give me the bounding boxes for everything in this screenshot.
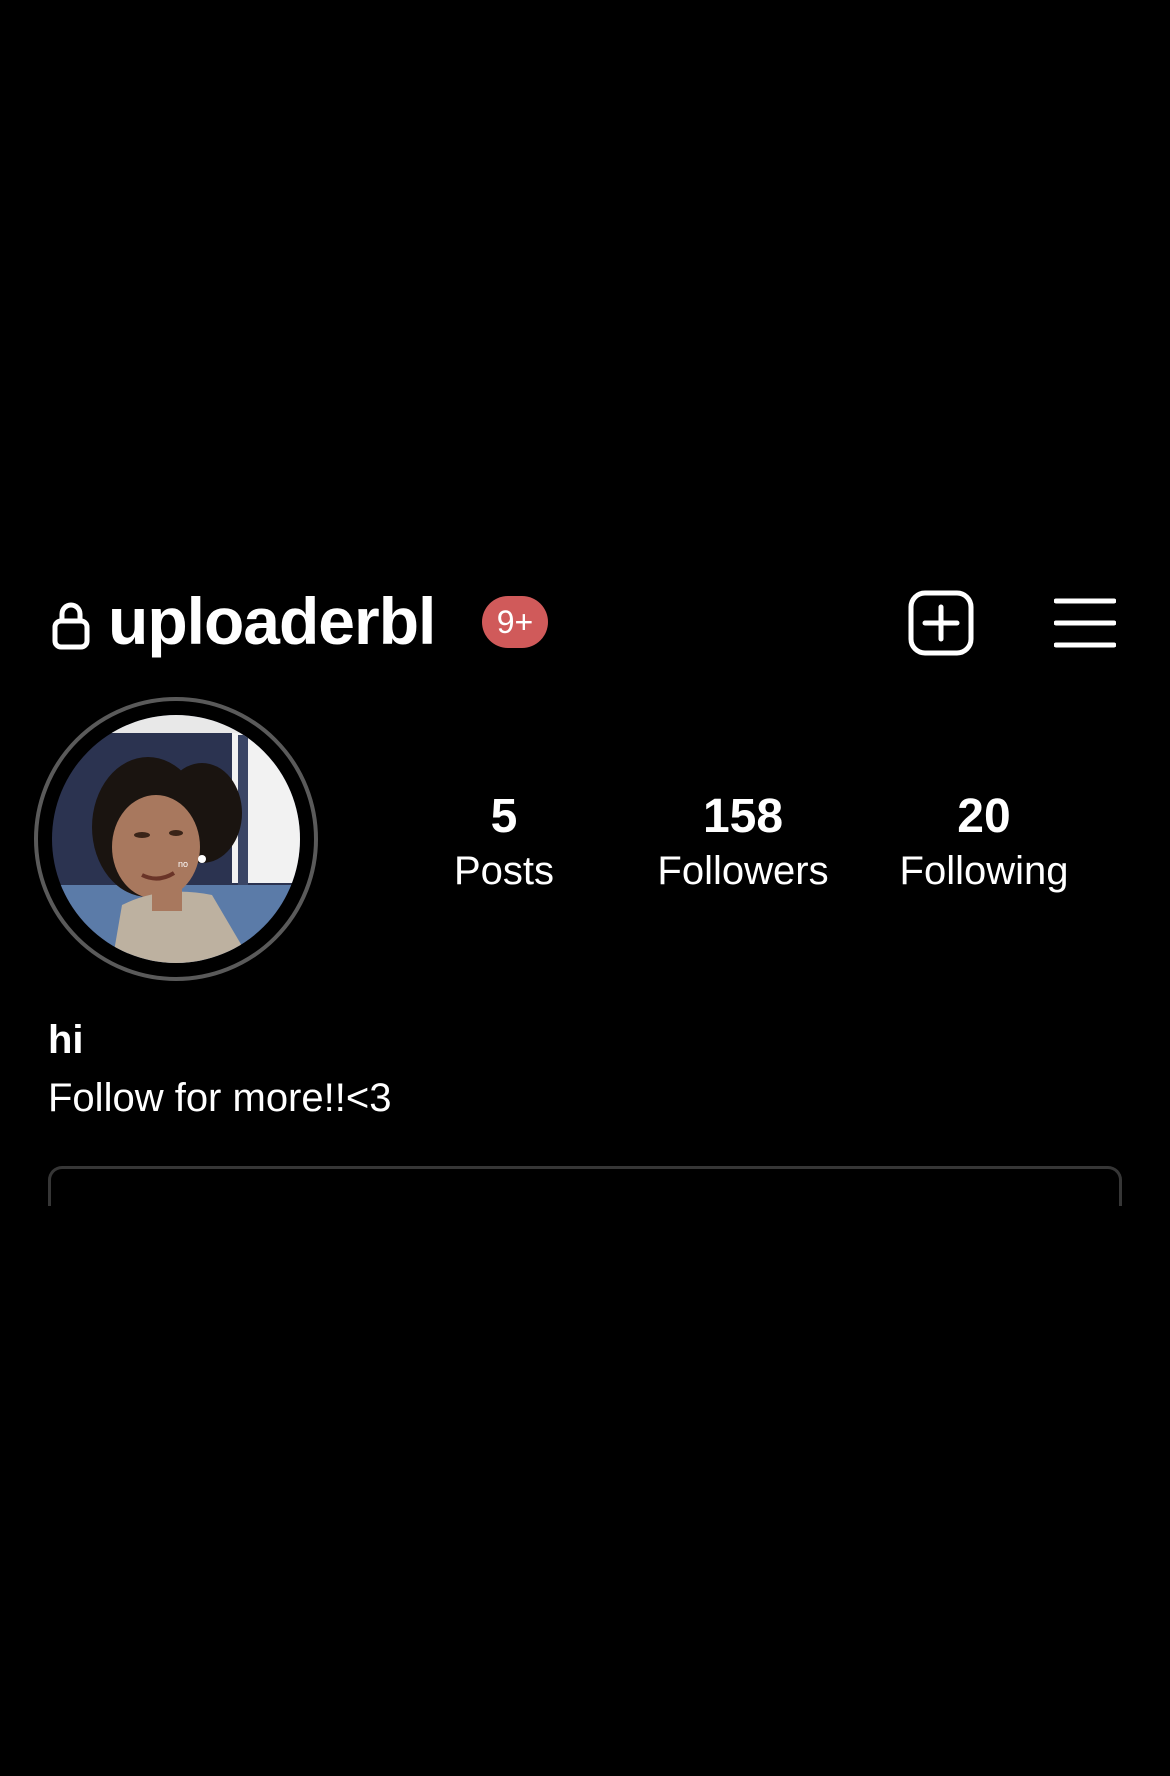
new-post-button[interactable] [908,590,974,656]
stat-followers[interactable]: 158 Followers [633,790,853,896]
lock-icon [52,602,90,650]
avatar-image: no [52,715,300,963]
stat-following-value: 20 [957,790,1011,843]
edit-profile-button-edge[interactable] [48,1166,1122,1206]
notification-badge[interactable]: 9+ [482,596,548,648]
avatar[interactable]: no [52,715,300,963]
stat-posts[interactable]: 5 Posts [394,790,614,896]
stat-followers-value: 158 [702,790,784,843]
hamburger-menu-icon [1053,598,1117,648]
avatar-ring[interactable]: no [34,697,318,981]
bio-name: hi [48,1018,84,1062]
avatar-caption: no [178,859,188,869]
stat-posts-label: Posts [453,849,555,893]
profile-header: uploaderbl 9+ [48,588,1122,656]
stat-following[interactable]: 20 Following [874,790,1094,896]
username[interactable]: uploaderbl [108,588,436,654]
bio-text: Follow for more!!<3 [48,1076,392,1120]
menu-button[interactable] [1053,596,1117,650]
stat-followers-label: Followers [657,849,829,893]
stat-posts-value: 5 [490,790,518,843]
plus-square-icon [908,590,974,656]
stat-following-label: Following [899,849,1069,893]
